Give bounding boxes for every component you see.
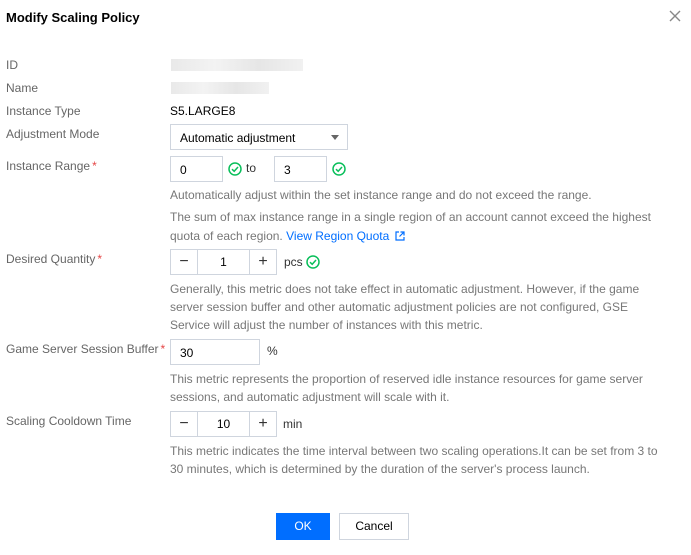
close-icon[interactable] <box>668 9 682 23</box>
desired-quantity-help-3: Service will adjust the number of instan… <box>170 318 483 332</box>
cooldown-unit: min <box>283 417 303 431</box>
instance-range-label: Instance Range * <box>6 159 97 173</box>
session-buffer-label-text: Game Server Session Buffer <box>6 342 159 356</box>
increment-button[interactable]: + <box>249 412 276 436</box>
instance-range-max-value: 3 <box>284 163 291 177</box>
cooldown-value[interactable]: 10 <box>198 417 249 431</box>
id-label: ID <box>6 58 18 72</box>
adjustment-mode-label: Adjustment Mode <box>6 127 100 141</box>
desired-quantity-stepper[interactable]: − 1 + <box>170 249 277 275</box>
cancel-button[interactable]: Cancel <box>339 513 409 540</box>
desired-quantity-help-1: Generally, this metric does not take eff… <box>170 282 640 296</box>
instance-range-max-input[interactable]: 3 <box>274 156 327 182</box>
external-link-icon[interactable] <box>395 231 405 241</box>
desired-quantity-help-2: server session buffer and other automati… <box>170 300 629 314</box>
dialog-title: Modify Scaling Policy <box>6 10 140 25</box>
session-buffer-unit: % <box>267 344 278 358</box>
desired-quantity-unit: pcs <box>284 255 303 269</box>
required-mark: * <box>92 159 97 173</box>
instance-type-label: Instance Type <box>6 104 81 118</box>
required-mark: * <box>160 342 166 356</box>
desired-quantity-label-text: Desired Quantity <box>6 252 96 266</box>
desired-quantity-value[interactable]: 1 <box>198 255 249 269</box>
session-buffer-label: Game Server Session Buffer * <box>6 342 165 356</box>
instance-range-min-value: 0 <box>180 163 187 177</box>
check-circle-icon <box>332 162 346 176</box>
check-circle-icon <box>306 255 320 269</box>
instance-range-help-2: The sum of max instance range in a singl… <box>170 210 651 224</box>
cooldown-help-1: This metric indicates the time interval … <box>170 444 658 458</box>
session-buffer-help-1: This metric represents the proportion of… <box>170 372 643 386</box>
cooldown-help-2: 30 minutes, which is determined by the d… <box>170 462 590 476</box>
session-buffer-value: 30 <box>180 346 194 360</box>
instance-range-to-text: to <box>246 161 257 175</box>
ok-button[interactable]: OK <box>276 513 330 540</box>
name-value-masked <box>171 82 269 94</box>
adjustment-mode-selected-value: Automatic adjustment <box>180 131 296 145</box>
instance-range-min-input[interactable]: 0 <box>170 156 223 182</box>
view-region-quota-link[interactable]: View Region Quota <box>286 229 389 243</box>
instance-range-label-text: Instance Range <box>6 159 91 173</box>
desired-quantity-label: Desired Quantity * <box>6 252 102 266</box>
instance-range-help-3: quota of each region. View Region Quota <box>170 227 405 245</box>
decrement-button[interactable]: − <box>171 412 198 436</box>
name-label: Name <box>6 81 39 95</box>
modify-scaling-policy-dialog: Modify Scaling Policy ID Name Instance T… <box>0 0 691 555</box>
instance-range-help-1: Automatically adjust within the set inst… <box>170 188 592 202</box>
increment-button[interactable]: + <box>249 250 276 274</box>
instance-range-help-3-text: quota of each region. <box>170 229 283 243</box>
session-buffer-help-2: sessions, and automatic adjustment will … <box>170 390 450 404</box>
required-mark: * <box>97 252 103 266</box>
chevron-down-icon <box>331 135 339 140</box>
cooldown-stepper[interactable]: − 10 + <box>170 411 277 437</box>
adjustment-mode-select[interactable]: Automatic adjustment <box>170 124 348 150</box>
session-buffer-input[interactable]: 30 <box>170 339 260 365</box>
decrement-button[interactable]: − <box>171 250 198 274</box>
check-circle-icon <box>228 162 242 176</box>
cooldown-label: Scaling Cooldown Time <box>6 414 132 428</box>
id-value-masked <box>171 59 303 71</box>
instance-type-value: S5.LARGE8 <box>170 104 236 118</box>
